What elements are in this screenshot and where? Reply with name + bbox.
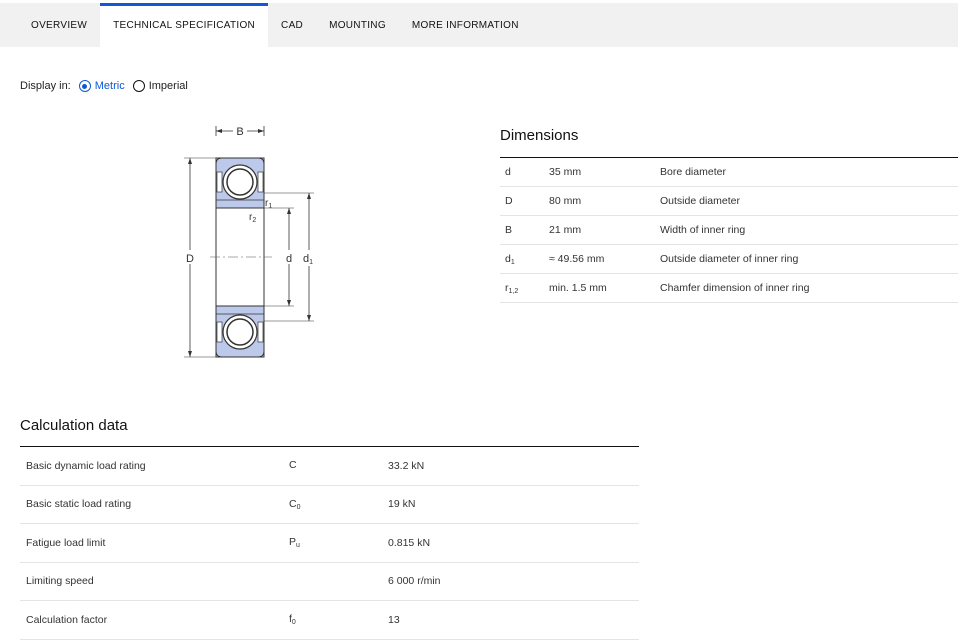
dim-description: Outside diameter of inner ring: [660, 244, 958, 274]
dim-description: Outside diameter: [660, 186, 958, 216]
dim-value: ≈ 49.56 mm: [549, 244, 660, 274]
metric-label[interactable]: Metric: [95, 80, 125, 92]
table-row: Calculation factor f0 13: [20, 600, 639, 640]
calc-value: 19 kN: [388, 485, 639, 524]
imperial-label[interactable]: Imperial: [149, 80, 188, 92]
table-row: Basic static load rating C0 19 kN: [20, 485, 639, 524]
calculation-data-heading: Calculation data: [20, 417, 128, 434]
label-d-inner: d: [286, 253, 292, 265]
label-b: B: [236, 126, 243, 138]
table-row: d1 ≈ 49.56 mm Outside diameter of inner …: [500, 244, 958, 274]
display-in-label: Display in:: [20, 80, 71, 92]
dimensions-table: d 35 mm Bore diameter D 80 mm Outside di…: [500, 157, 958, 303]
tab-cad[interactable]: CAD: [268, 3, 316, 47]
calc-symbol: P: [289, 536, 297, 549]
tab-mounting[interactable]: MOUNTING: [316, 3, 399, 47]
dim-symbol: D: [505, 194, 513, 207]
table-row: D 80 mm Outside diameter: [500, 186, 958, 216]
imperial-radio[interactable]: [132, 80, 145, 92]
label-r1-sub: 1: [268, 203, 272, 210]
dim-value: 80 mm: [549, 186, 660, 216]
label-d-outer: D: [186, 253, 194, 265]
calc-name: Calculation factor: [20, 600, 289, 640]
dim-description: Width of inner ring: [660, 215, 958, 245]
calc-symbol: C: [289, 459, 297, 472]
table-row: r1,2 min. 1.5 mm Chamfer dimension of in…: [500, 273, 958, 303]
dim-value: 35 mm: [549, 157, 660, 187]
dimensions-heading: Dimensions: [500, 127, 579, 144]
calc-value: 6 000 r/min: [388, 562, 639, 601]
table-row: d 35 mm Bore diameter: [500, 157, 958, 187]
table-row: B 21 mm Width of inner ring: [500, 215, 958, 245]
calc-symbol: C: [289, 497, 297, 510]
dim-symbol: d: [505, 165, 511, 178]
unit-selector: Display in: Metric Imperial: [20, 78, 196, 94]
table-row: Limiting speed 6 000 r/min: [20, 562, 639, 601]
dim-value: min. 1.5 mm: [549, 273, 660, 303]
calc-value: 13: [388, 600, 639, 640]
calc-name: Basic static load rating: [20, 485, 289, 524]
tab-more-information[interactable]: MORE INFORMATION: [399, 3, 532, 47]
calc-symbol-sub: 0: [291, 619, 296, 627]
calc-name: Limiting speed: [20, 562, 289, 601]
calc-value: 33.2 kN: [388, 446, 639, 486]
calc-name: Basic dynamic load rating: [20, 446, 289, 486]
metric-radio[interactable]: [78, 80, 91, 92]
dim-description: Chamfer dimension of inner ring: [660, 273, 958, 303]
dim-value: 21 mm: [549, 215, 660, 245]
dim-symbol-sub: 1: [510, 258, 515, 266]
tab-bar: OVERVIEW TECHNICAL SPECIFICATION CAD MOU…: [0, 3, 958, 47]
bearing-dimension-drawing: B D r1 r2 d d1: [184, 124, 319, 358]
calculation-table: Basic dynamic load rating C 33.2 kN Basi…: [20, 446, 639, 640]
tab-overview[interactable]: OVERVIEW: [0, 3, 100, 47]
tab-technical-specification[interactable]: TECHNICAL SPECIFICATION: [100, 3, 269, 47]
calc-symbol-sub: 0: [296, 503, 301, 511]
dim-symbol-sub: 1,2: [508, 287, 519, 295]
dim-symbol: B: [505, 223, 513, 236]
dim-description: Bore diameter: [660, 157, 958, 187]
table-row: Fatigue load limit Pu 0.815 kN: [20, 523, 639, 563]
table-row: Basic dynamic load rating C 33.2 kN: [20, 446, 639, 486]
label-r2-sub: 2: [252, 217, 256, 224]
calc-value: 0.815 kN: [388, 523, 639, 563]
calc-symbol-sub: u: [296, 542, 300, 550]
label-d1-sub: 1: [309, 259, 313, 266]
calc-name: Fatigue load limit: [20, 523, 289, 563]
